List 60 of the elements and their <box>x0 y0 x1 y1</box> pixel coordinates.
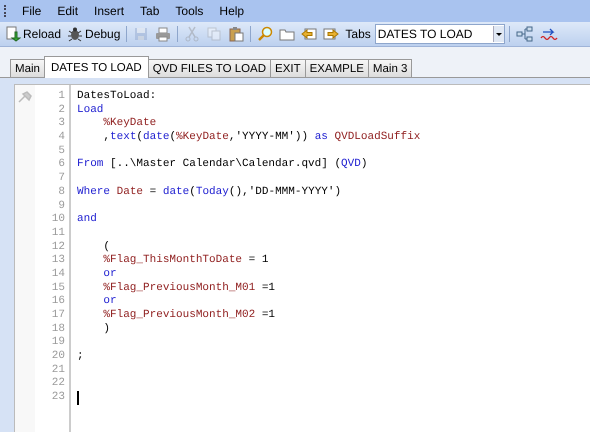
line-number: 4 <box>57 131 65 145</box>
tab[interactable]: EXAMPLE <box>304 59 369 77</box>
code-line: Load <box>77 104 104 118</box>
line-number: 23 <box>50 391 65 405</box>
menu-item[interactable]: Insert <box>86 4 132 18</box>
code-line: or <box>102 295 117 309</box>
tab[interactable]: EXIT <box>270 59 306 77</box>
line-number: 16 <box>50 295 65 309</box>
code-line: or <box>102 268 117 282</box>
line-number: 2 <box>57 104 65 118</box>
line-number: 19 <box>50 336 65 350</box>
tab[interactable]: QVD FILES TO LOAD <box>148 59 272 77</box>
line-number: 7 <box>57 172 65 186</box>
menu-item[interactable]: File <box>14 4 50 18</box>
code-line: Where Date = date(Today(),'DD-MMM-YYYY') <box>77 186 342 200</box>
arrow-wave-icon[interactable] <box>540 26 558 42</box>
line-number: 14 <box>50 268 65 282</box>
pin-icon <box>18 91 32 103</box>
menu-item[interactable]: Help <box>211 4 252 18</box>
reload-button[interactable]: Reload <box>3 25 64 43</box>
line-number: 1 <box>57 90 65 104</box>
reload-icon <box>5 26 21 42</box>
code-line: ,text(date(%KeyDate,'YYYY-MM')) as QVDLoadSuffix <box>102 131 420 145</box>
line-number: 3 <box>57 117 65 132</box>
line-number: 8 <box>57 186 65 200</box>
line-number: 15 <box>50 282 65 296</box>
code-line: ( <box>102 240 110 254</box>
hierarchy-icon[interactable] <box>516 26 534 42</box>
code-line: DatesToLoad: <box>77 90 156 104</box>
tabs-label: Tabs <box>345 27 371 41</box>
line-number: 13 <box>50 254 65 268</box>
line-number: 21 <box>50 364 65 378</box>
tab-dropdown[interactable]: DATES TO LOAD <box>374 24 505 44</box>
code-line: ) <box>102 322 110 336</box>
code-line: and <box>77 213 97 227</box>
menu-item[interactable]: Tools <box>167 4 212 18</box>
menu-item[interactable]: Tab <box>132 4 168 18</box>
code-line: From [..\Master Calendar\Calendar.qvd] (QVD) <box>77 158 368 172</box>
line-number: 10 <box>50 213 65 227</box>
grip-icon <box>4 5 8 17</box>
debug-button[interactable]: Debug <box>65 25 122 43</box>
line-number: 9 <box>57 200 65 214</box>
code-line: %KeyDate <box>102 117 156 131</box>
line-number: 18 <box>50 322 65 336</box>
code-line: ; <box>77 350 84 364</box>
line-number: 17 <box>50 309 65 323</box>
code-line: %Flag_ThisMonthToDate = 1 <box>102 254 268 268</box>
code-line: %Flag_PreviousMonth_M02 =1 <box>102 309 276 323</box>
tab[interactable]: DATES TO LOAD <box>44 56 149 78</box>
menu-item[interactable]: Edit <box>49 4 86 18</box>
line-number: 22 <box>50 377 65 392</box>
line-number: 20 <box>50 350 65 364</box>
tab[interactable]: Main <box>10 59 45 77</box>
line-number: 11 <box>50 226 65 241</box>
line-number: 5 <box>57 144 65 158</box>
tab[interactable]: Main 3 <box>368 59 412 77</box>
code-line: %Flag_PreviousMonth_M01 =1 <box>102 282 276 296</box>
line-number: 6 <box>57 158 65 172</box>
bug-icon <box>67 26 84 42</box>
line-number: 12 <box>50 240 65 254</box>
